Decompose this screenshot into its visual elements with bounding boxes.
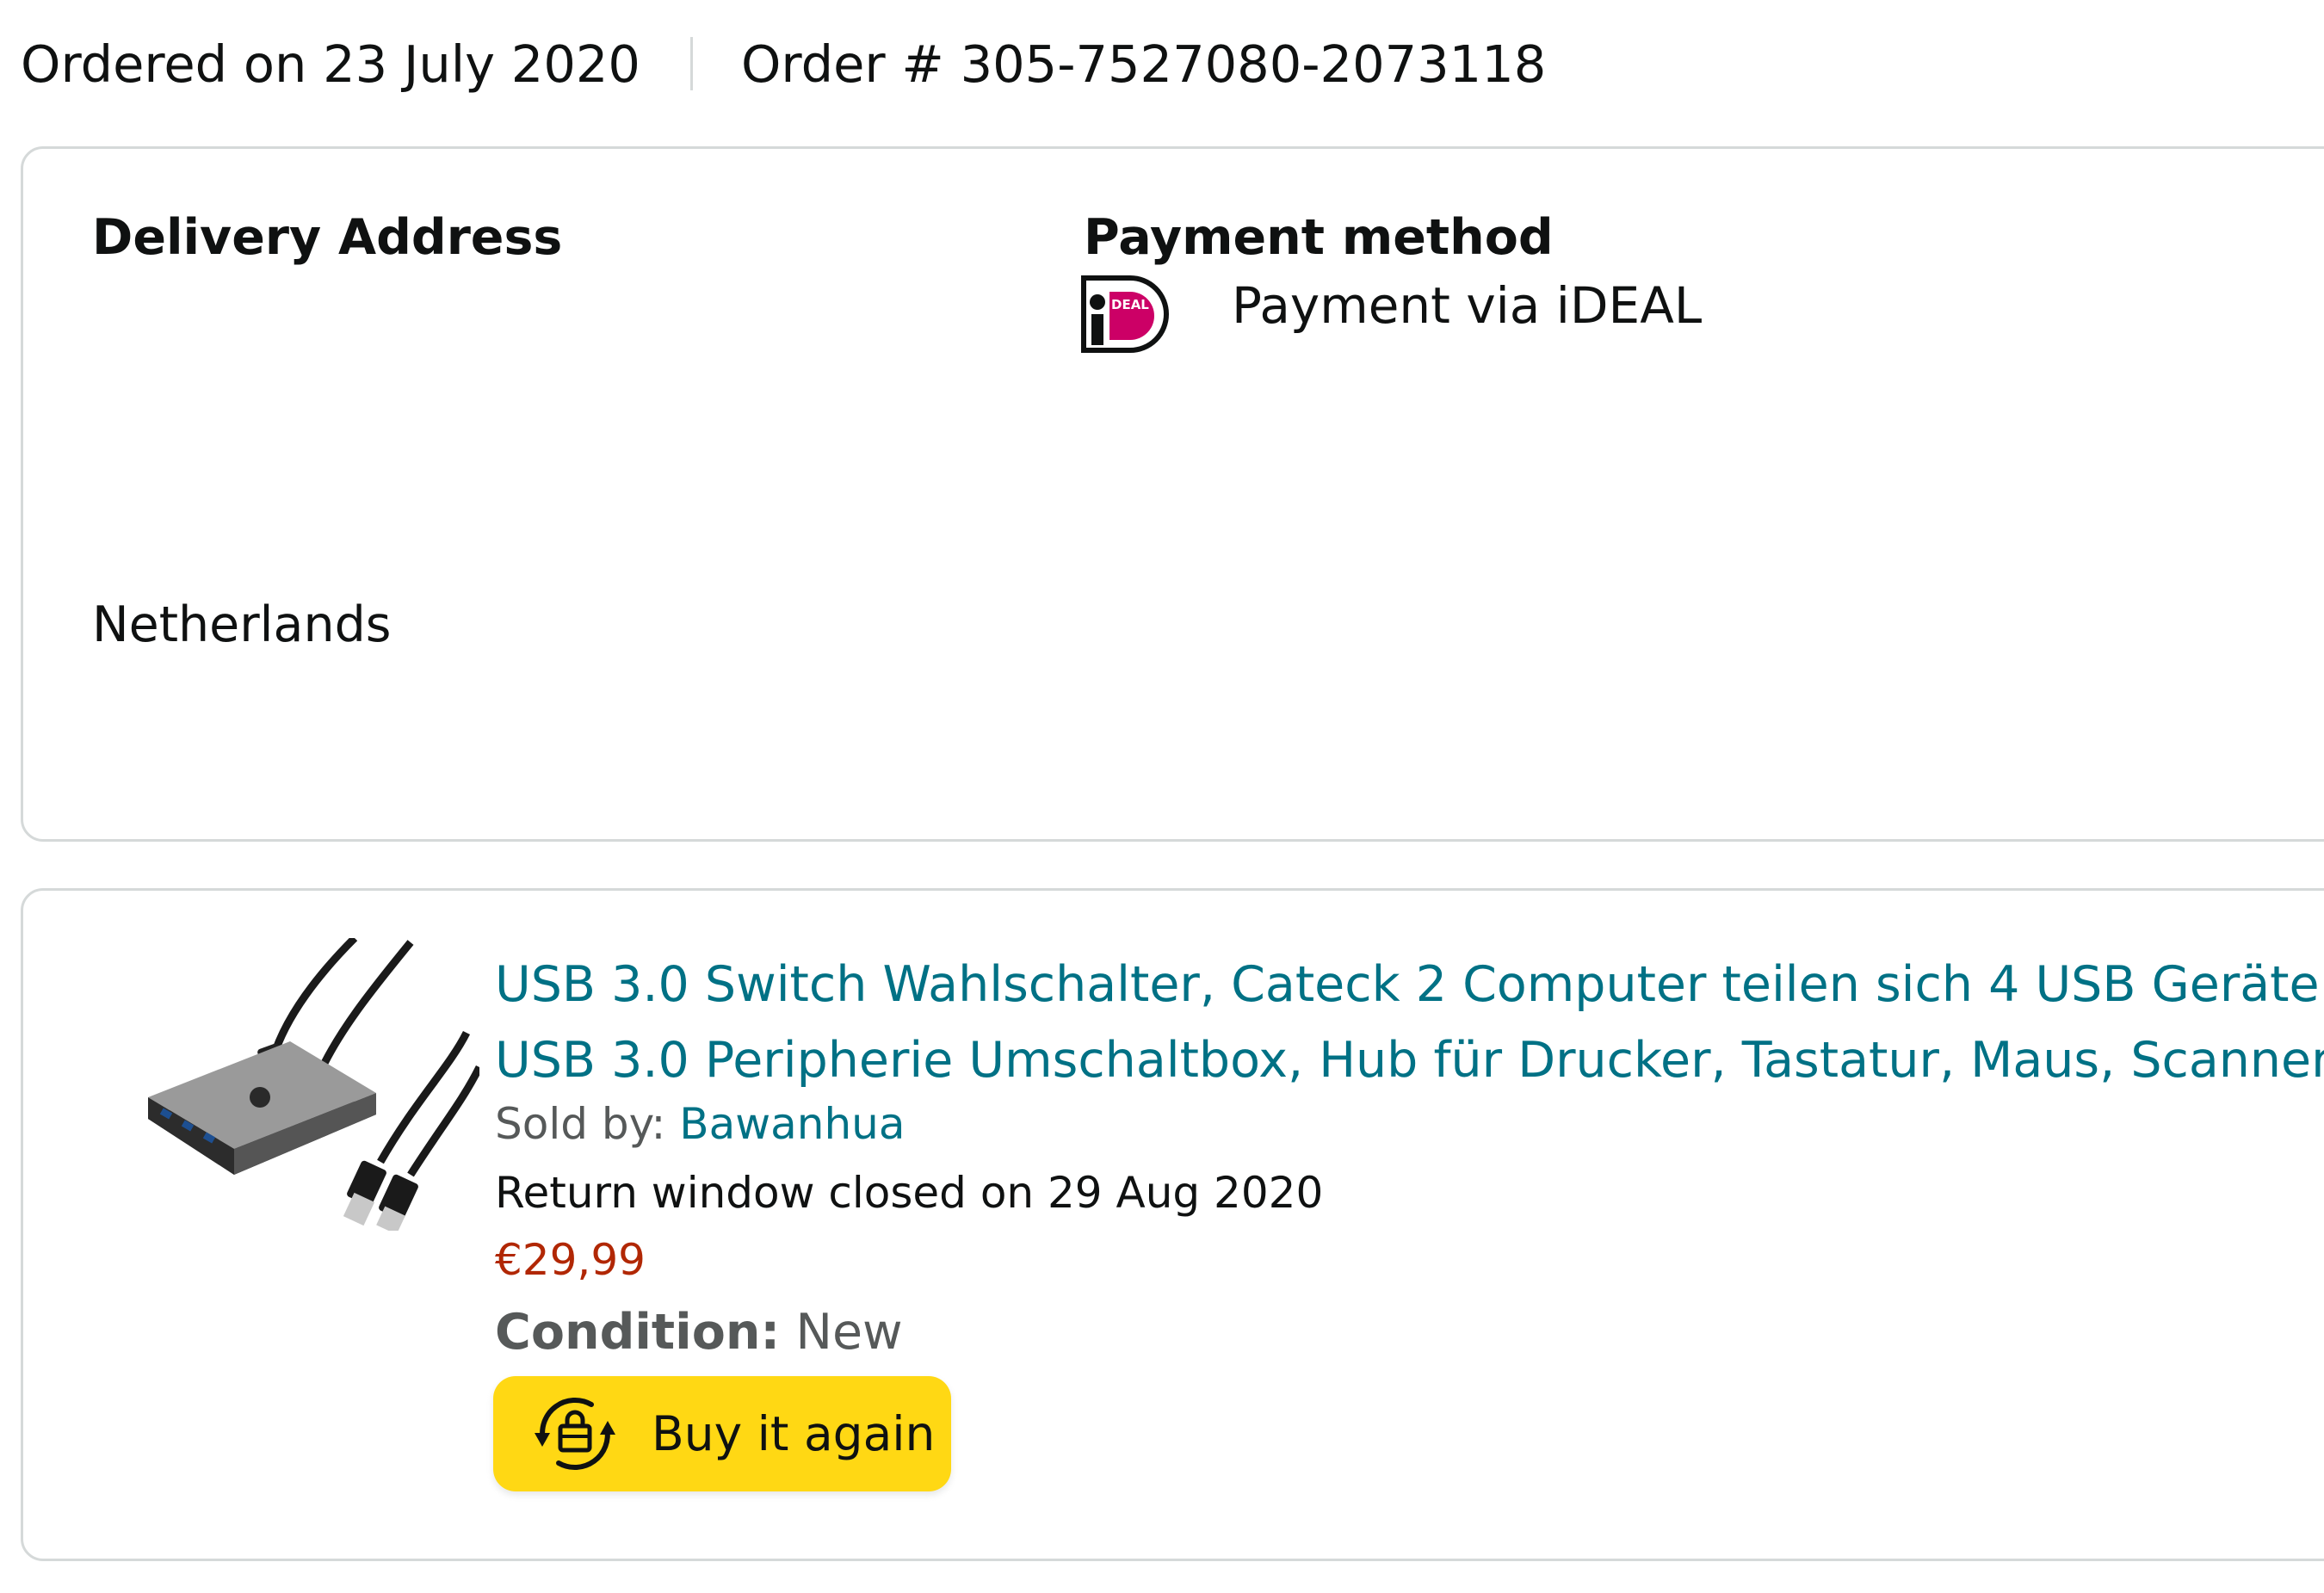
ideal-logo-icon: DEAL [1081,275,1169,353]
order-header: Ordered on 23 July 2020 Order # 305-7527… [21,29,1546,98]
order-summary-card: Delivery Address Netherlands Payment met… [21,146,2324,842]
order-details-page: Ordered on 23 July 2020 Order # 305-7527… [0,0,2324,1593]
payment-method-text: Payment via iDEAL [1232,276,1703,335]
item-price: €29,99 [495,1235,646,1285]
sold-by: Sold by: Bawanhua [495,1099,905,1149]
condition-label: Condition: [495,1304,781,1361]
buy-it-again-button[interactable]: Buy it again [493,1376,951,1491]
item-condition: Condition: New [495,1304,903,1361]
sold-by-label: Sold by: [495,1099,680,1149]
delivery-country: Netherlands [92,596,392,653]
condition-value: New [780,1304,903,1361]
delivery-address-title: Delivery Address [92,209,563,266]
usb-switch-product-image[interactable] [122,938,479,1231]
header-divider [689,37,693,90]
buy-it-again-label: Buy it again [652,1406,936,1461]
order-date: Ordered on 23 July 2020 [21,34,640,94]
product-title-link[interactable]: USB 3.0 Switch Wahlschalter, Cateck 2 Co… [495,947,2324,1098]
seller-link[interactable]: Bawanhua [679,1099,905,1149]
return-window-status: Return window closed on 29 Aug 2020 [495,1168,1324,1218]
payment-method-title: Payment method [1084,209,1554,266]
order-item-card: USB 3.0 Switch Wahlschalter, Cateck 2 Co… [21,888,2324,1561]
buy-again-icon [535,1397,615,1471]
ideal-logo-text: DEAL [1111,297,1149,312]
order-number: Order # 305-7527080-2073118 [740,34,1547,94]
